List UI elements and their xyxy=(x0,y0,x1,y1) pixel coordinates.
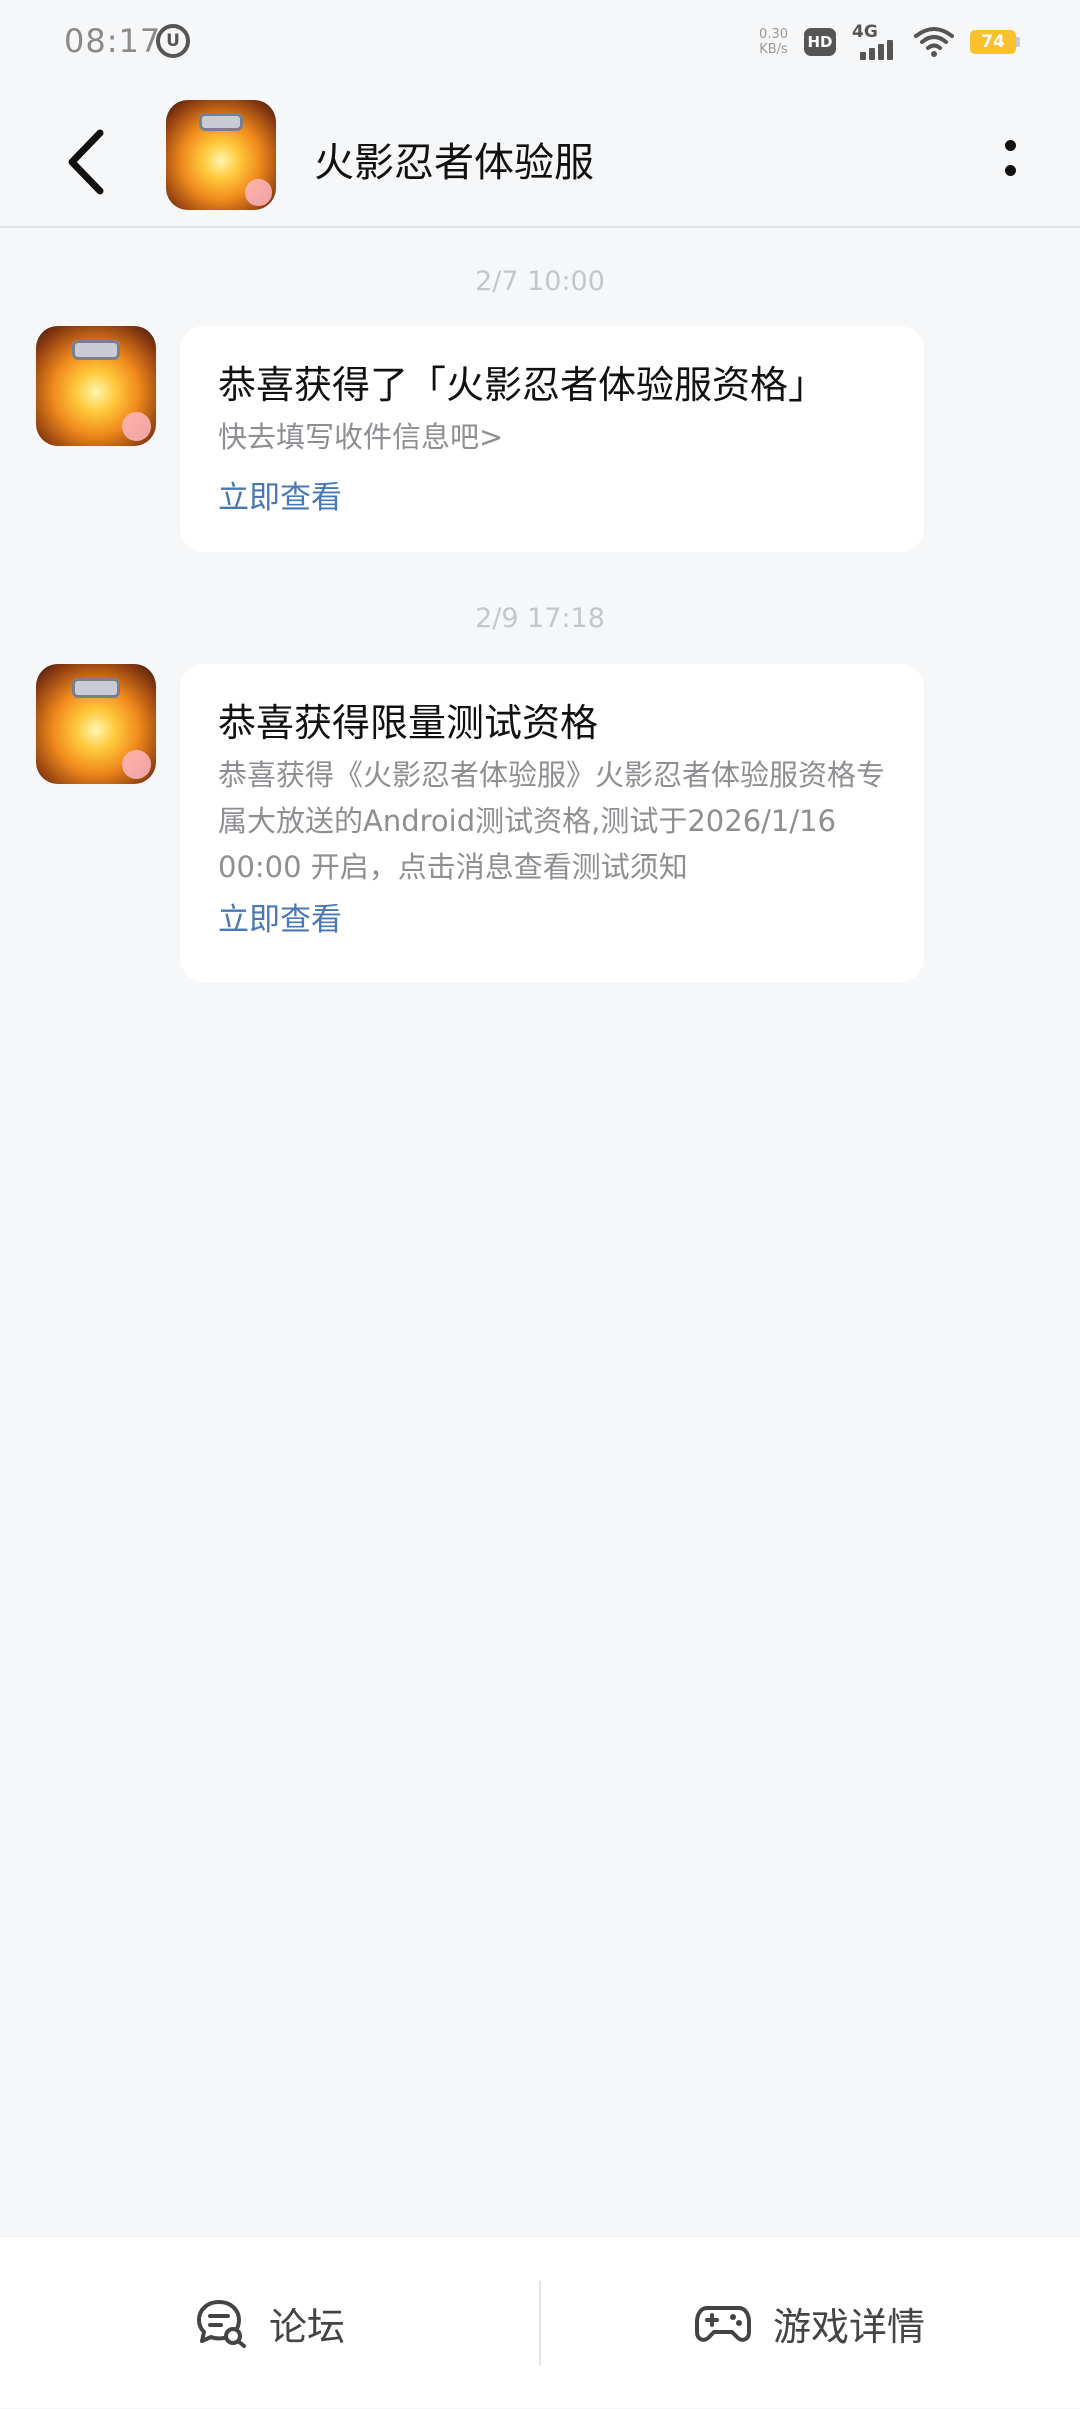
back-button[interactable] xyxy=(56,122,116,202)
message-body: 恭喜获得《火影忍者体验服》火影忍者体验服资格专属大放送的Android测试资格,… xyxy=(218,758,886,884)
more-options-button[interactable] xyxy=(988,126,1032,190)
network-speed: 0.30 KB/s xyxy=(759,27,788,57)
signal-bars xyxy=(860,40,893,60)
view-now-link[interactable]: 立即查看 xyxy=(218,474,342,522)
wifi-icon xyxy=(914,27,954,57)
status-time: 08:17 xyxy=(64,22,162,60)
more-vertical-icon xyxy=(1004,140,1016,151)
gamepad-icon xyxy=(694,2306,751,2342)
naruto-avatar-image xyxy=(166,100,276,210)
notification-app-icon: U xyxy=(156,24,190,58)
chevron-left-icon xyxy=(68,129,104,195)
battery-level: 74 xyxy=(970,30,1016,54)
view-now-link[interactable]: 立即查看 xyxy=(218,896,342,944)
chat-header: 火影忍者体验服 xyxy=(0,86,1080,228)
network-speed-unit: KB/s xyxy=(759,42,788,57)
forum-chat-icon xyxy=(196,2300,246,2348)
status-indicators: 0.30 KB/s HD 4G 74 xyxy=(759,22,1020,62)
hd-icon: HD xyxy=(804,28,836,56)
message-timestamp: 2/9 17:18 xyxy=(475,603,605,634)
game-details-tab[interactable]: 游戏详情 xyxy=(540,2237,1080,2409)
forum-tab[interactable]: 论坛 xyxy=(0,2237,540,2409)
message-title: 恭喜获得了「火影忍者体验服资格」 xyxy=(218,363,827,407)
forum-label: 论坛 xyxy=(268,2304,345,2349)
status-bar: 08:17 U 0.30 KB/s HD 4G 74 xyxy=(0,0,1080,86)
naruto-avatar-image xyxy=(36,326,156,446)
message-card[interactable]: 恭喜获得了「火影忍者体验服资格」 快去填写收件信息吧> 立即查看 xyxy=(180,326,924,552)
message-timestamp: 2/7 10:00 xyxy=(475,266,605,297)
message-title: 恭喜获得限量测试资格 xyxy=(218,701,599,745)
sender-avatar[interactable] xyxy=(36,664,156,784)
sender-avatar[interactable] xyxy=(36,326,156,446)
message-body[interactable]: 快去填写收件信息吧> xyxy=(218,414,888,460)
game-avatar[interactable] xyxy=(166,100,276,210)
network-type: 4G xyxy=(852,22,878,42)
game-details-label: 游戏详情 xyxy=(772,2304,925,2349)
message-card[interactable]: 恭喜获得限量测试资格 恭喜获得《火影忍者体验服》火影忍者体验服资格专属大放送的A… xyxy=(180,664,924,982)
battery-icon: 74 xyxy=(970,30,1020,54)
cellular-signal-icon: 4G xyxy=(852,22,898,60)
network-speed-value: 0.30 xyxy=(759,27,788,42)
page-title: 火影忍者体验服 xyxy=(314,140,594,186)
naruto-avatar-image xyxy=(36,664,156,784)
bottom-bar: 论坛 游戏详情 xyxy=(0,2236,1080,2408)
